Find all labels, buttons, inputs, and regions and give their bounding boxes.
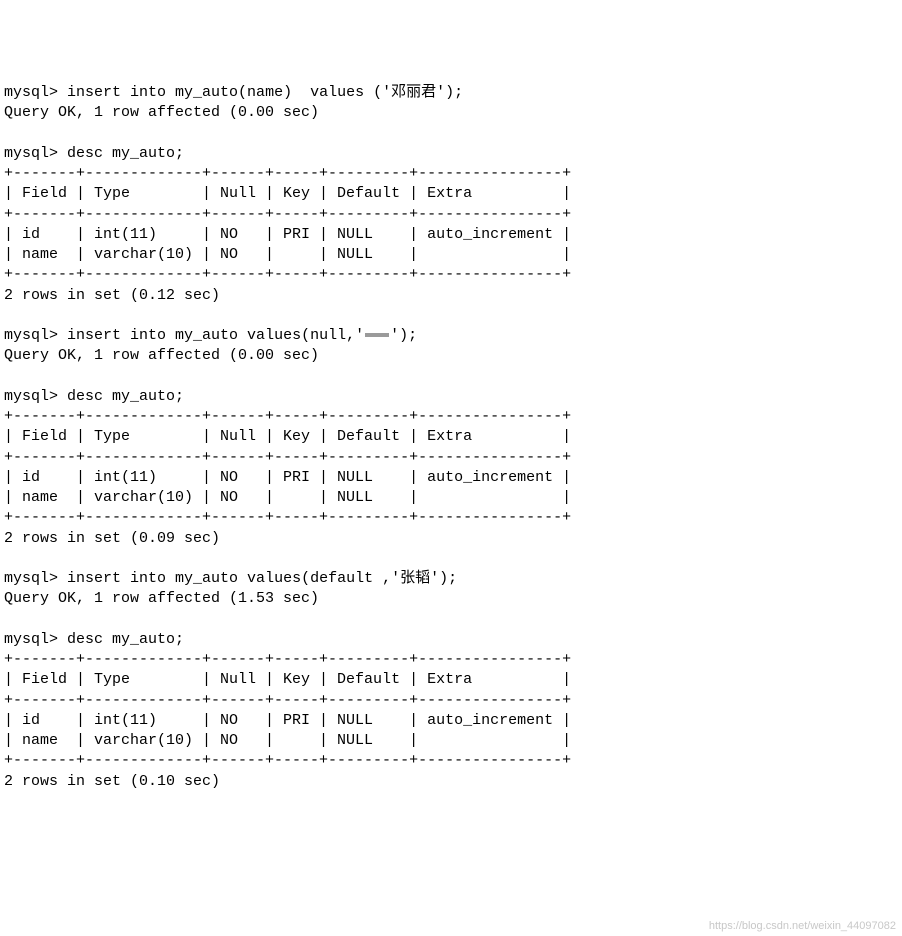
sql-command: insert into my_auto values(default ,'张韬'… bbox=[67, 570, 457, 587]
table-border: +-------+-------------+------+-----+----… bbox=[4, 752, 571, 769]
terminal-output: mysql> insert into my_auto(name) values … bbox=[4, 83, 898, 792]
table-border: +-------+-------------+------+-----+----… bbox=[4, 651, 571, 668]
watermark: https://blog.csdn.net/weixin_44097082 bbox=[709, 919, 896, 934]
table-row: | id | int(11) | NO | PRI | NULL | auto_… bbox=[4, 469, 571, 486]
table-row: | name | varchar(10) | NO | | NULL | | bbox=[4, 489, 571, 506]
prompt: mysql> bbox=[4, 388, 58, 405]
rows-in-set: 2 rows in set (0.10 sec) bbox=[4, 773, 220, 790]
obscured-text bbox=[365, 333, 389, 337]
table-header: | Field | Type | Null | Key | Default | … bbox=[4, 671, 571, 688]
prompt: mysql> bbox=[4, 631, 58, 648]
table-border: +-------+-------------+------+-----+----… bbox=[4, 266, 571, 283]
prompt: mysql> bbox=[4, 327, 58, 344]
table-border: +-------+-------------+------+-----+----… bbox=[4, 449, 571, 466]
query-response: Query OK, 1 row affected (0.00 sec) bbox=[4, 104, 319, 121]
prompt: mysql> bbox=[4, 570, 58, 587]
table-row: | id | int(11) | NO | PRI | NULL | auto_… bbox=[4, 226, 571, 243]
table-border: +-------+-------------+------+-----+----… bbox=[4, 165, 571, 182]
sql-command: insert into my_auto(name) values ('邓丽君')… bbox=[67, 84, 463, 101]
prompt: mysql> bbox=[4, 84, 58, 101]
table-border: +-------+-------------+------+-----+----… bbox=[4, 206, 571, 223]
rows-in-set: 2 rows in set (0.09 sec) bbox=[4, 530, 220, 547]
table-header: | Field | Type | Null | Key | Default | … bbox=[4, 185, 571, 202]
sql-command: '); bbox=[390, 327, 417, 344]
prompt: mysql> bbox=[4, 145, 58, 162]
table-row: | id | int(11) | NO | PRI | NULL | auto_… bbox=[4, 712, 571, 729]
rows-in-set: 2 rows in set (0.12 sec) bbox=[4, 287, 220, 304]
table-header: | Field | Type | Null | Key | Default | … bbox=[4, 428, 571, 445]
table-border: +-------+-------------+------+-----+----… bbox=[4, 692, 571, 709]
query-response: Query OK, 1 row affected (1.53 sec) bbox=[4, 590, 319, 607]
query-response: Query OK, 1 row affected (0.00 sec) bbox=[4, 347, 319, 364]
sql-command: desc my_auto; bbox=[67, 145, 184, 162]
sql-command: insert into my_auto values(null,' bbox=[67, 327, 364, 344]
sql-command: desc my_auto; bbox=[67, 388, 184, 405]
table-border: +-------+-------------+------+-----+----… bbox=[4, 509, 571, 526]
table-border: +-------+-------------+------+-----+----… bbox=[4, 408, 571, 425]
table-row: | name | varchar(10) | NO | | NULL | | bbox=[4, 246, 571, 263]
sql-command: desc my_auto; bbox=[67, 631, 184, 648]
table-row: | name | varchar(10) | NO | | NULL | | bbox=[4, 732, 571, 749]
